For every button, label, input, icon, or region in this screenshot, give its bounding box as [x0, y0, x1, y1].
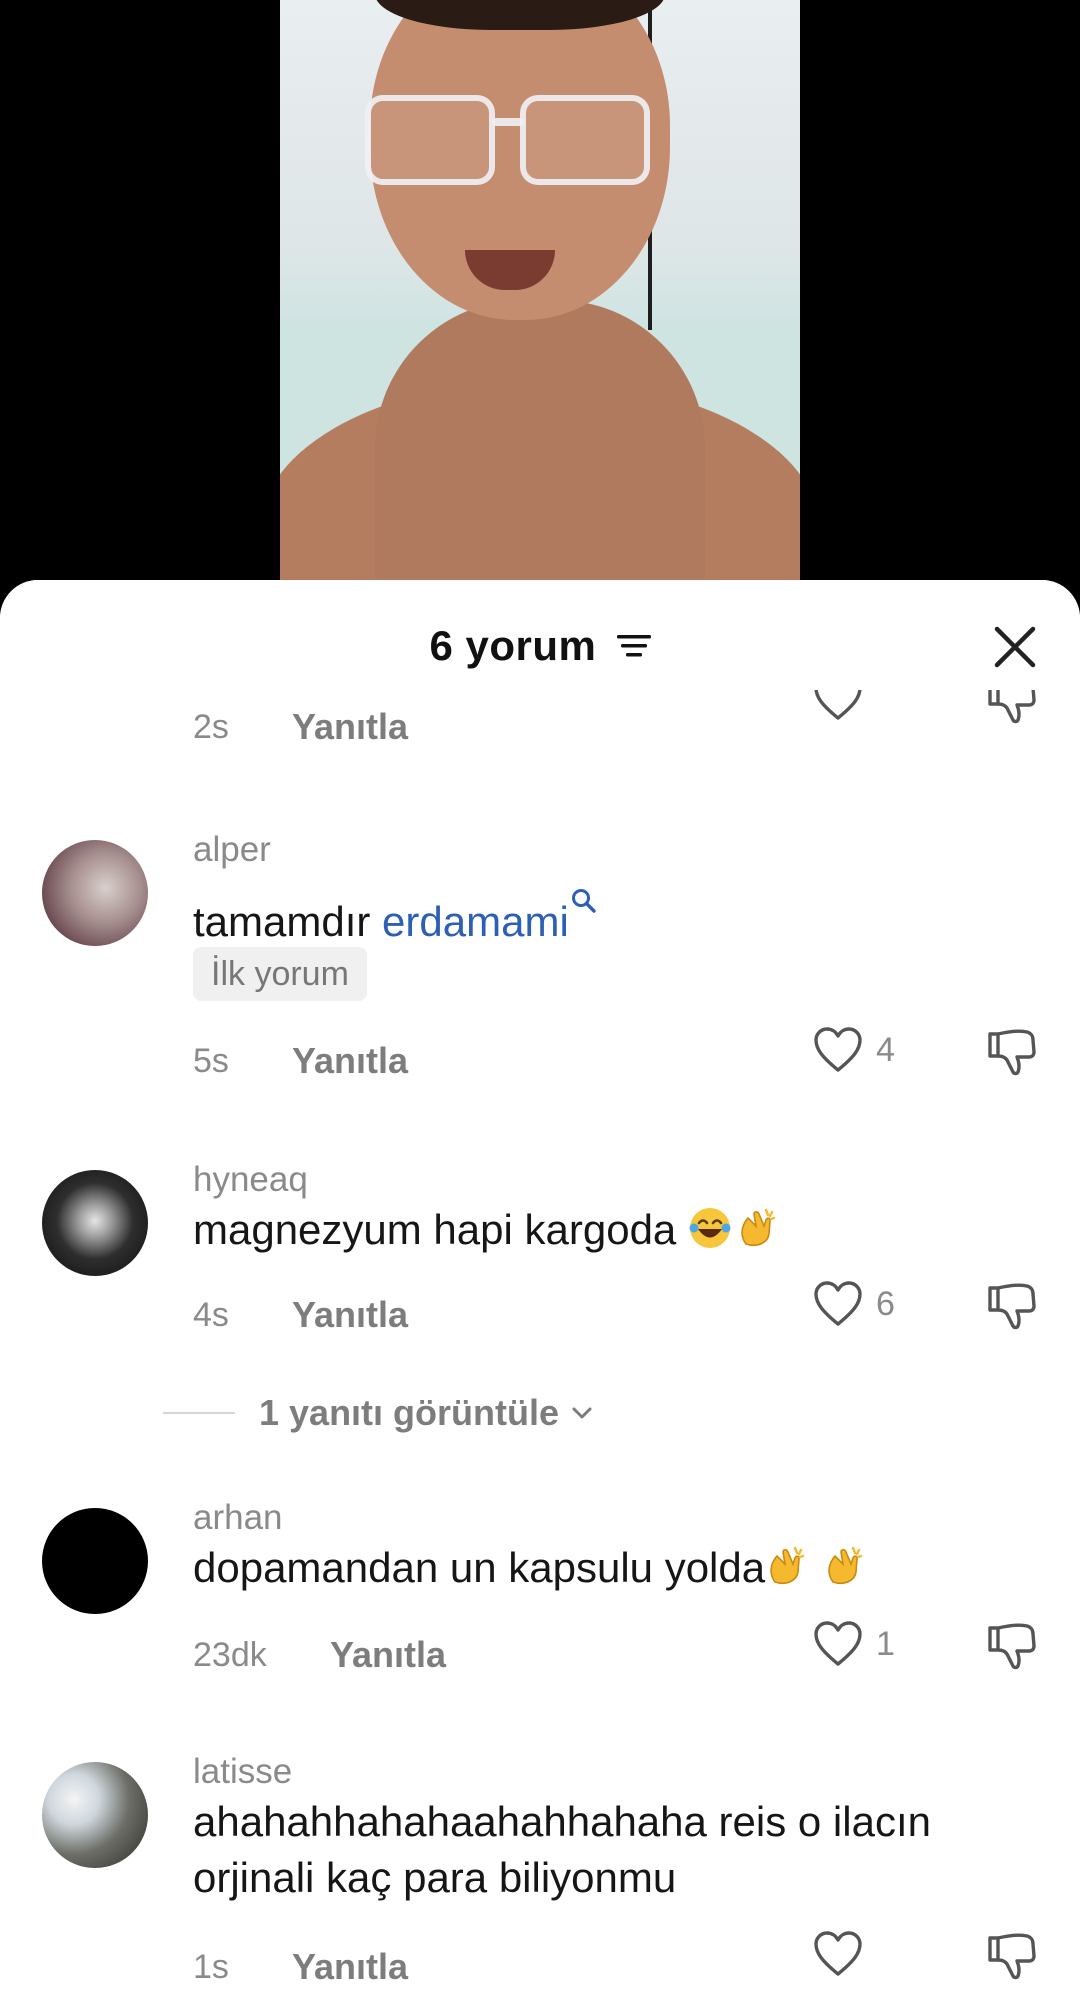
- comments-count-title: 6 yorum: [0, 622, 1080, 670]
- comment-username[interactable]: hyneaq: [193, 1160, 308, 1200]
- chevron-down-icon: [572, 1407, 592, 1419]
- comment-text-body: dopamandan un kapsulu yolda: [193, 1544, 766, 1591]
- avatar[interactable]: [42, 840, 148, 946]
- comment-text-line: orjinali kaç para biliyonmu: [193, 1854, 677, 1901]
- comment-username[interactable]: latisse: [193, 1752, 292, 1792]
- like-button[interactable]: 1: [812, 1620, 895, 1668]
- dislike-button[interactable]: [985, 1026, 1039, 1083]
- clapping-hands-emoji: [770, 1546, 805, 1585]
- comment-time: 4s: [193, 1296, 229, 1334]
- sort-lines-icon[interactable]: [616, 622, 651, 670]
- reply-button[interactable]: Yanıtla: [292, 1040, 408, 1082]
- comment-text-body: tamamdır: [193, 898, 383, 945]
- sheet-header: 6 yorum: [0, 580, 1080, 690]
- mention-link[interactable]: erdamami: [382, 898, 569, 945]
- reply-button[interactable]: Yanıtla: [292, 706, 408, 748]
- first-comment-badge: İlk yorum: [193, 947, 367, 1001]
- video-frame: [280, 0, 800, 600]
- close-icon[interactable]: [992, 624, 1038, 670]
- heart-outline-icon: [814, 1621, 862, 1666]
- comment-text: tamamdır erdamami: [193, 872, 1043, 950]
- comments-sheet: 6 yorum 2s Yanıtla alper tamamdır erdama…: [0, 580, 1080, 1991]
- like-count: 1: [876, 1624, 895, 1663]
- thumbs-down-outline-icon: [988, 1029, 1036, 1076]
- comment-time: 2s: [193, 708, 229, 746]
- view-replies-row: 1 yanıtı görüntüle: [0, 1392, 1080, 1442]
- comment-text-line: ahahahhahahaahahhahaha reis o ilacın: [193, 1798, 931, 1845]
- comment-text: dopamandan un kapsulu yolda: [193, 1540, 1043, 1596]
- comment-text: ahahahhahahaahahhahaha reis o ilacın orj…: [193, 1794, 1043, 1906]
- comments-count: 6 yorum: [429, 622, 597, 669]
- reply-button[interactable]: Yanıtla: [330, 1634, 446, 1676]
- heart-outline-icon: [814, 1027, 862, 1072]
- comment-time: 23dk: [193, 1636, 267, 1674]
- view-replies-label: 1 yanıtı görüntüle: [259, 1392, 560, 1433]
- search-icon[interactable]: [571, 872, 597, 928]
- dislike-button[interactable]: [985, 1280, 1039, 1337]
- comment-time: 1s: [193, 1948, 229, 1986]
- like-count: 4: [876, 1030, 895, 1069]
- comment-text: magnezyum hapi kargoda: [193, 1202, 1043, 1258]
- comment-time: 5s: [193, 1042, 229, 1080]
- like-button[interactable]: 6: [812, 1280, 895, 1328]
- avatar[interactable]: [42, 1762, 148, 1868]
- view-replies-button[interactable]: 1 yanıtı görüntüle: [163, 1392, 597, 1434]
- heart-outline-icon: [814, 1281, 862, 1326]
- reply-button[interactable]: Yanıtla: [292, 1294, 408, 1336]
- thumbs-down-outline-icon: [988, 1283, 1036, 1330]
- comment-username[interactable]: arhan: [193, 1498, 283, 1538]
- dislike-button[interactable]: [985, 1930, 1039, 1987]
- heart-outline-icon: [814, 1931, 862, 1976]
- like-count: 6: [876, 1284, 895, 1323]
- clapping-hands-emoji: [741, 1208, 776, 1247]
- clapping-hands-emoji: [828, 1546, 863, 1585]
- thumbs-down-outline-icon: [988, 1623, 1036, 1670]
- thumbs-down-outline-icon: [988, 1933, 1036, 1980]
- comment-text-body: magnezyum hapi kargoda: [193, 1206, 688, 1253]
- comment-username[interactable]: alper: [193, 830, 271, 870]
- video-player[interactable]: [0, 0, 1080, 600]
- like-button[interactable]: 4: [812, 1026, 895, 1074]
- dislike-button[interactable]: [985, 1620, 1039, 1677]
- avatar[interactable]: [42, 1508, 148, 1614]
- avatar[interactable]: [42, 1170, 148, 1276]
- like-button[interactable]: [812, 1930, 876, 1978]
- reply-button[interactable]: Yanıtla: [292, 1946, 408, 1988]
- divider-line: [163, 1412, 235, 1414]
- laughing-tears-emoji: [689, 1208, 731, 1248]
